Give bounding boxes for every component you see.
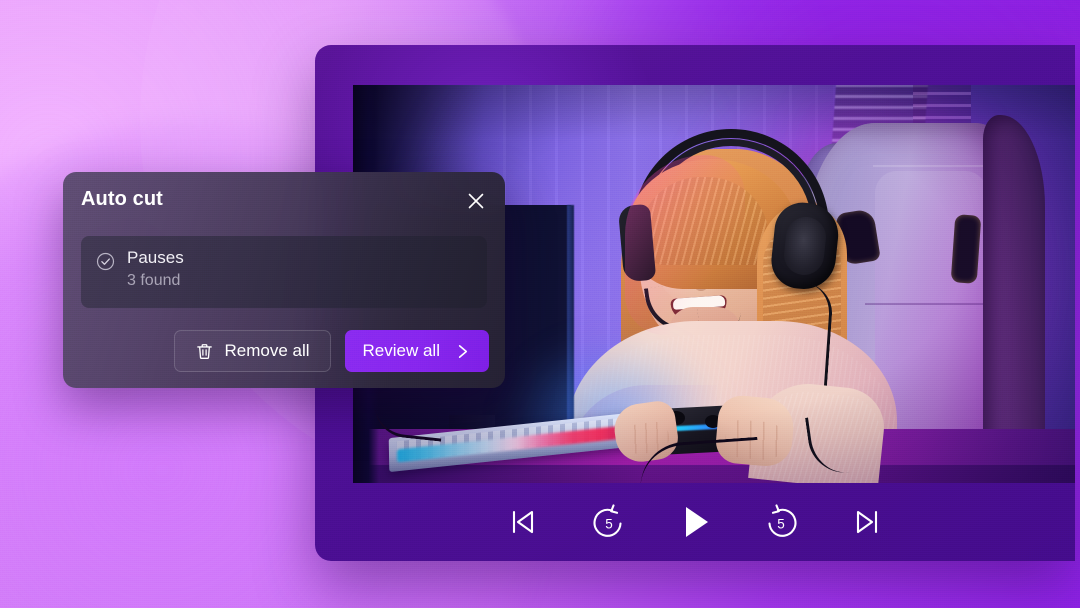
screenshot-root: 5 5 (0, 0, 1080, 608)
image-grain-overlay (0, 0, 1080, 608)
